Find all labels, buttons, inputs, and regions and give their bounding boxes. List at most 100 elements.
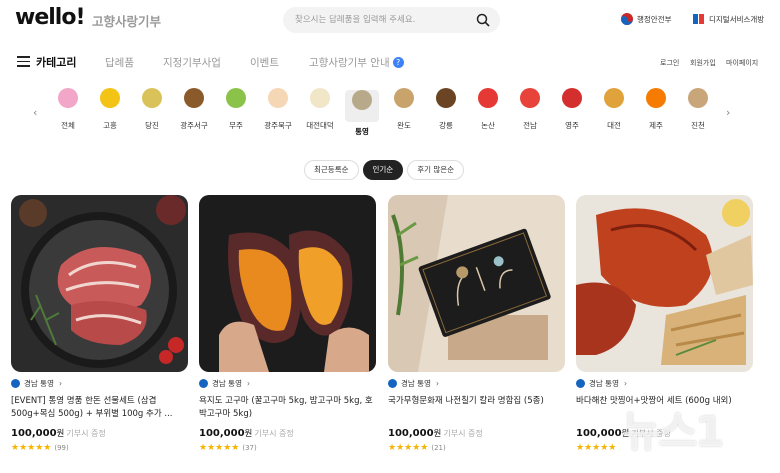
category-item[interactable]: 대전대덕 (302, 84, 338, 136)
price-value: 100,000 (199, 428, 245, 439)
category-menu[interactable]: 카테고리 (36, 54, 76, 70)
product-price: 100,000원 기부시 증정 (388, 427, 565, 439)
category-item[interactable]: 영주 (554, 84, 590, 136)
search-icon[interactable] (475, 12, 491, 28)
category-item[interactable]: 전체 (50, 84, 86, 136)
flower-icon (516, 88, 544, 116)
product-image-card-case[interactable] (388, 195, 565, 372)
category-label: 제주 (649, 121, 663, 130)
sort-popular[interactable]: 인기순 (362, 160, 404, 180)
price-unit: 원 (433, 429, 442, 439)
category-item[interactable]: 무주 (218, 84, 254, 136)
nav-item-guide-label: 고향사랑기부 안내 (309, 57, 390, 69)
next-arrow-icon[interactable]: › (726, 106, 730, 119)
product-title[interactable]: [EVENT] 통영 명품 한돈 선물세트 (삼겹500g+목심 500g) +… (11, 395, 188, 421)
price-note: 기부시 증정 (443, 429, 483, 438)
star-rating-icon: ★★★★★ (199, 443, 240, 453)
rice-icon (138, 88, 166, 116)
product-image-sweet-potato[interactable] (199, 195, 376, 372)
product-card[interactable]: 경남 통영 › [EVENT] 통영 명품 한돈 선물세트 (삼겹500g+목심… (11, 195, 188, 453)
mois-link[interactable]: 행정안전부 (620, 12, 672, 26)
mypage-link[interactable]: 마이페이지 (726, 58, 758, 68)
category-item[interactable]: 통영 (344, 84, 380, 136)
category-item[interactable]: 고흥 (92, 84, 128, 136)
category-item[interactable]: 강릉 (428, 84, 464, 136)
category-label: 논산 (481, 121, 495, 130)
search-bar[interactable] (283, 7, 500, 33)
digital-service-icon (693, 14, 704, 24)
category-label: 광주북구 (264, 121, 292, 130)
digital-service-label: 디지털서비스개방 (709, 14, 765, 24)
product-rating: ★★★★★ (99) (11, 443, 188, 453)
review-count: (99) (54, 444, 69, 452)
category-item[interactable]: 제주 (638, 84, 674, 136)
category-label: 광주서구 (180, 121, 208, 130)
category-item[interactable]: 논산 (470, 84, 506, 136)
category-item[interactable]: 완도 (386, 84, 422, 136)
digital-service-link[interactable]: 디지털서비스개방 (692, 12, 764, 26)
product-card[interactable]: 경남 통영 › 욕지도 고구마 (꿀고구마 5kg, 밤고구마 5kg, 호박고… (199, 195, 376, 453)
chevron-right-icon: › (246, 379, 250, 388)
product-image-pork[interactable] (11, 195, 188, 372)
product-image-seafood[interactable] (576, 195, 753, 372)
sort-reviews[interactable]: 후기 많은순 (407, 160, 465, 180)
category-label: 영주 (565, 121, 579, 130)
product-title[interactable]: 욕지도 고구마 (꿀고구마 5kg, 밤고구마 5kg, 호박고구마 5kg) (199, 395, 376, 421)
price-unit: 원 (56, 429, 65, 439)
category-item[interactable]: 광주서구 (176, 84, 212, 136)
category-label: 고흥 (103, 121, 117, 130)
star-rating-icon: ★★★★★ (11, 443, 52, 453)
duck-icon (306, 88, 334, 116)
wello-logo[interactable]: wello! (15, 5, 85, 30)
chevron-right-icon: › (435, 379, 439, 388)
sort-recent[interactable]: 최근등록순 (304, 160, 359, 180)
price-unit: 원 (244, 429, 253, 439)
news1-watermark: 뉴스1 (622, 407, 725, 456)
signup-link[interactable]: 회원가입 (690, 58, 716, 68)
product-rating: ★★★★★ (21) (388, 443, 565, 453)
product-region[interactable]: 경남 통영 › (388, 378, 565, 389)
bread-icon (600, 88, 628, 116)
review-count: (37) (242, 444, 257, 452)
category-item[interactable]: 당진 (134, 84, 170, 136)
category-item[interactable]: 진천 (680, 84, 716, 136)
product-card[interactable]: 경남 통영 › 국가무형문화재 나전칠기 칼라 명함집 (5종) 100,000… (388, 195, 565, 453)
product-region[interactable]: 경남 통영 › (199, 378, 376, 389)
price-note: 기부시 증정 (254, 429, 294, 438)
login-link[interactable]: 로그인 (660, 58, 679, 68)
star-rating-icon: ★★★★★ (576, 443, 617, 453)
prev-arrow-icon[interactable]: ‹ (33, 106, 37, 119)
category-label: 대전대덕 (306, 121, 334, 130)
region-label: 경남 통영 (589, 379, 619, 388)
nav-item-gifts[interactable]: 답례품 (105, 55, 134, 70)
category-item[interactable]: 전남 (512, 84, 548, 136)
price-note: 기부시 증정 (66, 429, 106, 438)
category-label: 대전 (607, 121, 621, 130)
category-label: 진천 (691, 121, 705, 130)
search-input[interactable] (283, 7, 463, 33)
product-rating: ★★★★★ (37) (199, 443, 376, 453)
nav-item-events[interactable]: 이벤트 (250, 55, 279, 70)
price-value: 100,000 (11, 428, 57, 439)
chevron-right-icon: › (623, 379, 627, 388)
product-title[interactable]: 국가무형문화재 나전칠기 칼라 명함집 (5종) (388, 395, 565, 421)
brand-subtitle[interactable]: 고향사랑기부 (92, 11, 161, 30)
nav-item-guide[interactable]: 고향사랑기부 안내? (309, 55, 404, 70)
star-rating-icon: ★★★★★ (388, 443, 429, 453)
nav-item-designated-projects[interactable]: 지정기부사업 (163, 55, 221, 70)
rice-bag-icon (684, 88, 712, 116)
region-label: 경남 통영 (401, 379, 431, 388)
all-icon (54, 88, 82, 116)
category-label: 전체 (61, 121, 75, 130)
price-value: 100,000 (576, 428, 622, 439)
product-region[interactable]: 경남 통영 › (11, 378, 188, 389)
category-item[interactable]: 대전 (596, 84, 632, 136)
category-item[interactable]: 광주북구 (260, 84, 296, 136)
region-label: 경남 통영 (24, 379, 54, 388)
help-icon: ? (392, 57, 404, 68)
product-price: 100,000원 기부시 증정 (199, 427, 376, 439)
bear-icon (180, 88, 208, 116)
header: wello! 고향사랑기부 행정안전부 디지털서비스개방 (0, 0, 780, 40)
menu-icon[interactable] (17, 56, 30, 67)
product-region[interactable]: 경남 통영 › (576, 378, 753, 389)
